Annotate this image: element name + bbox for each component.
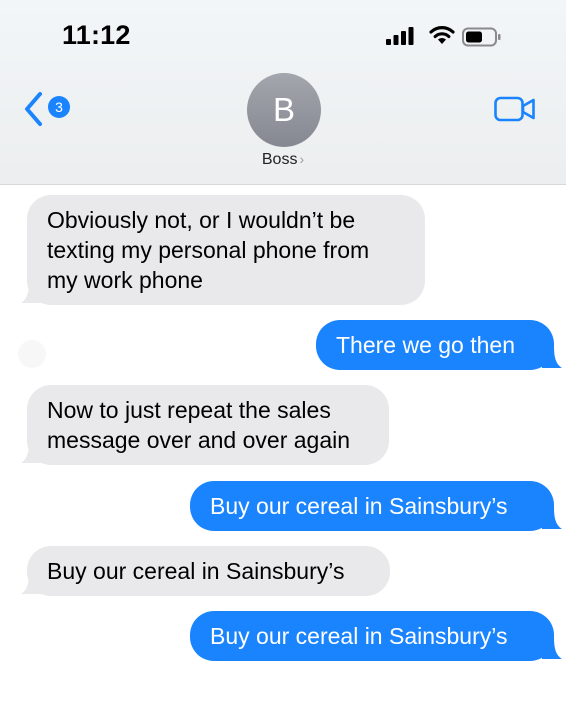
bubble-tail (542, 637, 562, 659)
video-camera-icon[interactable] (494, 96, 536, 122)
battery-icon (462, 27, 501, 47)
bubble-tail (21, 572, 41, 594)
chevron-right-icon: › (299, 151, 305, 167)
message-line: Buy our cereal in Sainsbury’s (47, 558, 345, 584)
message-bubble-received[interactable]: Buy our cereal in Sainsbury’s (27, 546, 390, 596)
bubble-tail (21, 441, 41, 463)
message-line: There we go then (336, 332, 516, 358)
bubble-tail (21, 281, 41, 303)
message-bubble-received[interactable]: Obviously not, or I wouldn’t be texting … (27, 195, 425, 305)
message-line: Buy our cereal in Sainsbury’s (210, 493, 508, 519)
message-line: Obviously not, or I wouldn’t be (47, 207, 356, 233)
cellular-signal-icon (386, 27, 414, 45)
message-line: message over and over again (47, 427, 351, 453)
message-line: texting my personal phone from (47, 237, 370, 263)
message-bubble-sent[interactable]: Buy our cereal in Sainsbury’s (190, 481, 554, 531)
unread-count-badge: 3 (48, 96, 70, 118)
bubble-tail (542, 346, 562, 368)
contact-name-button[interactable]: Boss › (0, 151, 566, 169)
contact-name: Boss (261, 151, 298, 168)
message-bubble-sent[interactable]: There we go then (316, 320, 554, 370)
message-line: Buy our cereal in Sainsbury’s (210, 623, 508, 649)
decorative-blur (18, 340, 46, 368)
message-bubble-received[interactable]: Now to just repeat the sales message ove… (27, 385, 389, 465)
conversation-header: 11:12 3 B Boss › (0, 0, 566, 185)
chevron-left-icon (25, 92, 42, 126)
back-button[interactable]: 3 (22, 90, 82, 128)
message-line: Now to just repeat the sales (47, 397, 331, 423)
wifi-icon (429, 26, 455, 44)
message-bubble-sent[interactable]: Buy our cereal in Sainsbury’s (190, 611, 554, 661)
message-line: my work phone (47, 267, 203, 293)
bubble-tail (542, 507, 562, 529)
status-time: 11:12 (62, 20, 131, 50)
contact-avatar[interactable]: B (247, 73, 321, 147)
